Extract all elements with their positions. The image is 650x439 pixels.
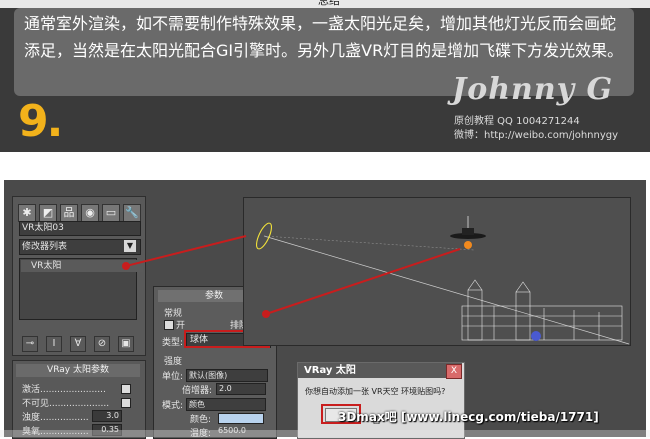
dialog-message: 你想自动添加一张 VR天空 环境贴图吗? xyxy=(305,387,446,396)
annotation-dot-2 xyxy=(262,310,270,318)
annotation-dot-1 xyxy=(122,262,130,270)
annotation-line-1 xyxy=(125,235,247,267)
close-icon[interactable]: X xyxy=(446,364,462,379)
bottom-strip xyxy=(0,430,650,437)
dialog-title: VRay 太阳 xyxy=(298,363,462,378)
watermark: 3Dmax吧 [www.linecg.com/tieba/1771] xyxy=(338,410,599,424)
annotation-line-2 xyxy=(265,248,461,315)
